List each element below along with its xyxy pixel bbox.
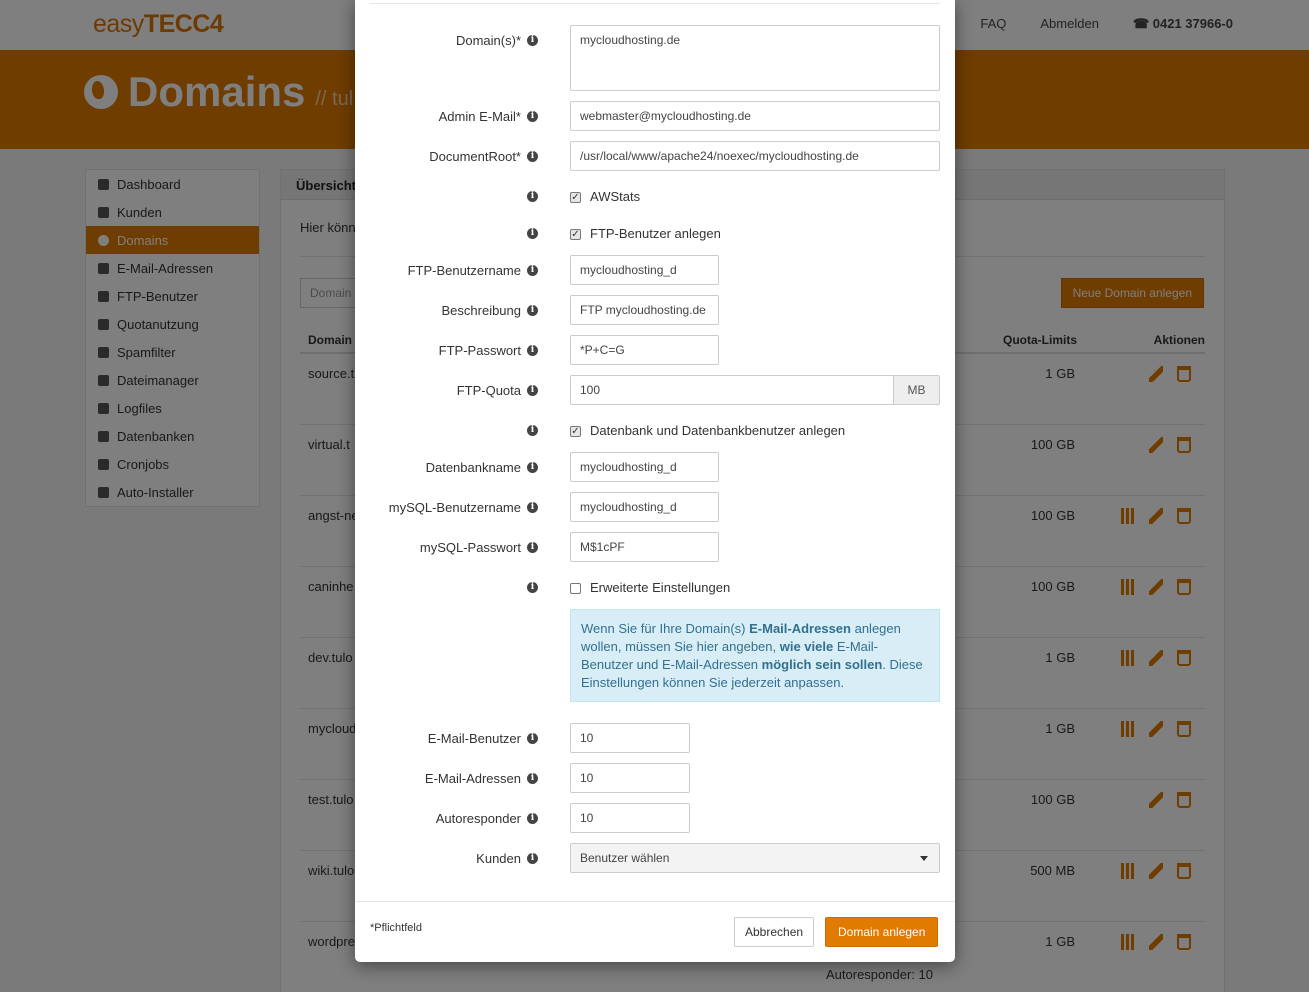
- email-info-alert: Wenn Sie für Ihre Domain(s) E-Mail-Adres…: [570, 609, 940, 702]
- db-name-input[interactable]: mycloudhosting_d: [570, 452, 719, 482]
- db-create-checkbox[interactable]: ✓: [570, 426, 581, 437]
- info-icon[interactable]: i: [527, 462, 538, 473]
- info-icon[interactable]: i: [527, 853, 538, 864]
- document-root-input[interactable]: /usr/local/www/apache24/noexec/mycloudho…: [570, 141, 940, 171]
- domains-label: Domain(s)*: [455, 33, 521, 48]
- info-icon[interactable]: i: [527, 35, 538, 46]
- create-domain-modal: Domain(s)* i mycloudhosting.de Admin E-M…: [355, 0, 955, 962]
- ftp-quota-unit: MB: [893, 375, 940, 405]
- ftp-create-label: FTP-Benutzer anlegen: [590, 226, 721, 241]
- ftp-quota-input[interactable]: 100: [570, 375, 894, 405]
- description-input[interactable]: FTP mycloudhosting.de: [570, 295, 719, 325]
- mysql-user-label: mySQL-Benutzername: [388, 500, 521, 515]
- info-icon[interactable]: i: [527, 111, 538, 122]
- required-note: *Pflichtfeld: [370, 922, 422, 934]
- email-addresses-input[interactable]: 10: [570, 763, 690, 793]
- info-icon[interactable]: i: [527, 733, 538, 744]
- ftp-create-checkbox[interactable]: ✓: [570, 229, 581, 240]
- email-users-input[interactable]: 10: [570, 723, 690, 753]
- email-addresses-label: E-Mail-Adressen: [424, 771, 521, 786]
- info-icon[interactable]: i: [527, 773, 538, 784]
- mysql-password-label: mySQL-Passwort: [419, 540, 521, 555]
- ftp-password-label: FTP-Passwort: [438, 343, 521, 358]
- advanced-checkbox[interactable]: [570, 583, 581, 594]
- customers-label: Kunden: [476, 851, 521, 866]
- domains-textarea[interactable]: mycloudhosting.de: [570, 25, 940, 91]
- autoresponder-note: Autoresponder: 10: [826, 967, 933, 982]
- info-icon[interactable]: i: [527, 345, 538, 356]
- ftp-username-label: FTP-Benutzername: [407, 263, 521, 278]
- info-icon[interactable]: i: [527, 582, 538, 593]
- cancel-button[interactable]: Abbrechen: [734, 917, 815, 947]
- info-icon[interactable]: i: [527, 385, 538, 396]
- info-icon[interactable]: i: [527, 191, 538, 202]
- ftp-username-input[interactable]: mycloudhosting_d: [570, 255, 719, 285]
- info-icon[interactable]: i: [527, 151, 538, 162]
- modal-footer: *Pflichtfeld Abbrechen Domain anlegen: [355, 901, 955, 962]
- create-domain-button[interactable]: Domain anlegen: [825, 917, 939, 947]
- autoresponder-label: Autoresponder: [435, 811, 521, 826]
- description-label: Beschreibung: [441, 303, 522, 318]
- ftp-quota-label: FTP-Quota: [456, 383, 521, 398]
- awstats-checkbox[interactable]: ✓: [570, 192, 581, 203]
- db-name-label: Datenbankname: [425, 460, 521, 475]
- info-icon[interactable]: i: [527, 228, 538, 239]
- mysql-password-input[interactable]: M$1cPF: [570, 532, 719, 562]
- info-icon[interactable]: i: [527, 265, 538, 276]
- email-users-label: E-Mail-Benutzer: [427, 731, 521, 746]
- caret-down-icon: [920, 856, 928, 861]
- info-icon[interactable]: i: [527, 813, 538, 824]
- modal-header-divider: [370, 3, 940, 4]
- info-icon[interactable]: i: [527, 542, 538, 553]
- document-root-label: DocumentRoot*: [429, 149, 521, 164]
- admin-email-label: Admin E-Mail*: [438, 109, 521, 124]
- info-icon[interactable]: i: [527, 305, 538, 316]
- info-icon[interactable]: i: [527, 425, 538, 436]
- autoresponder-input[interactable]: 10: [570, 803, 690, 833]
- db-create-label: Datenbank und Datenbankbenutzer anlegen: [590, 423, 846, 438]
- info-icon[interactable]: i: [527, 502, 538, 513]
- advanced-label: Erweiterte Einstellungen: [590, 580, 731, 595]
- awstats-label: AWStats: [590, 189, 641, 204]
- admin-email-input[interactable]: webmaster@mycloudhosting.de: [570, 101, 940, 131]
- customers-select[interactable]: Benutzer wählen: [570, 843, 940, 873]
- ftp-password-input[interactable]: *P+C=G: [570, 335, 719, 365]
- mysql-user-input[interactable]: mycloudhosting_d: [570, 492, 719, 522]
